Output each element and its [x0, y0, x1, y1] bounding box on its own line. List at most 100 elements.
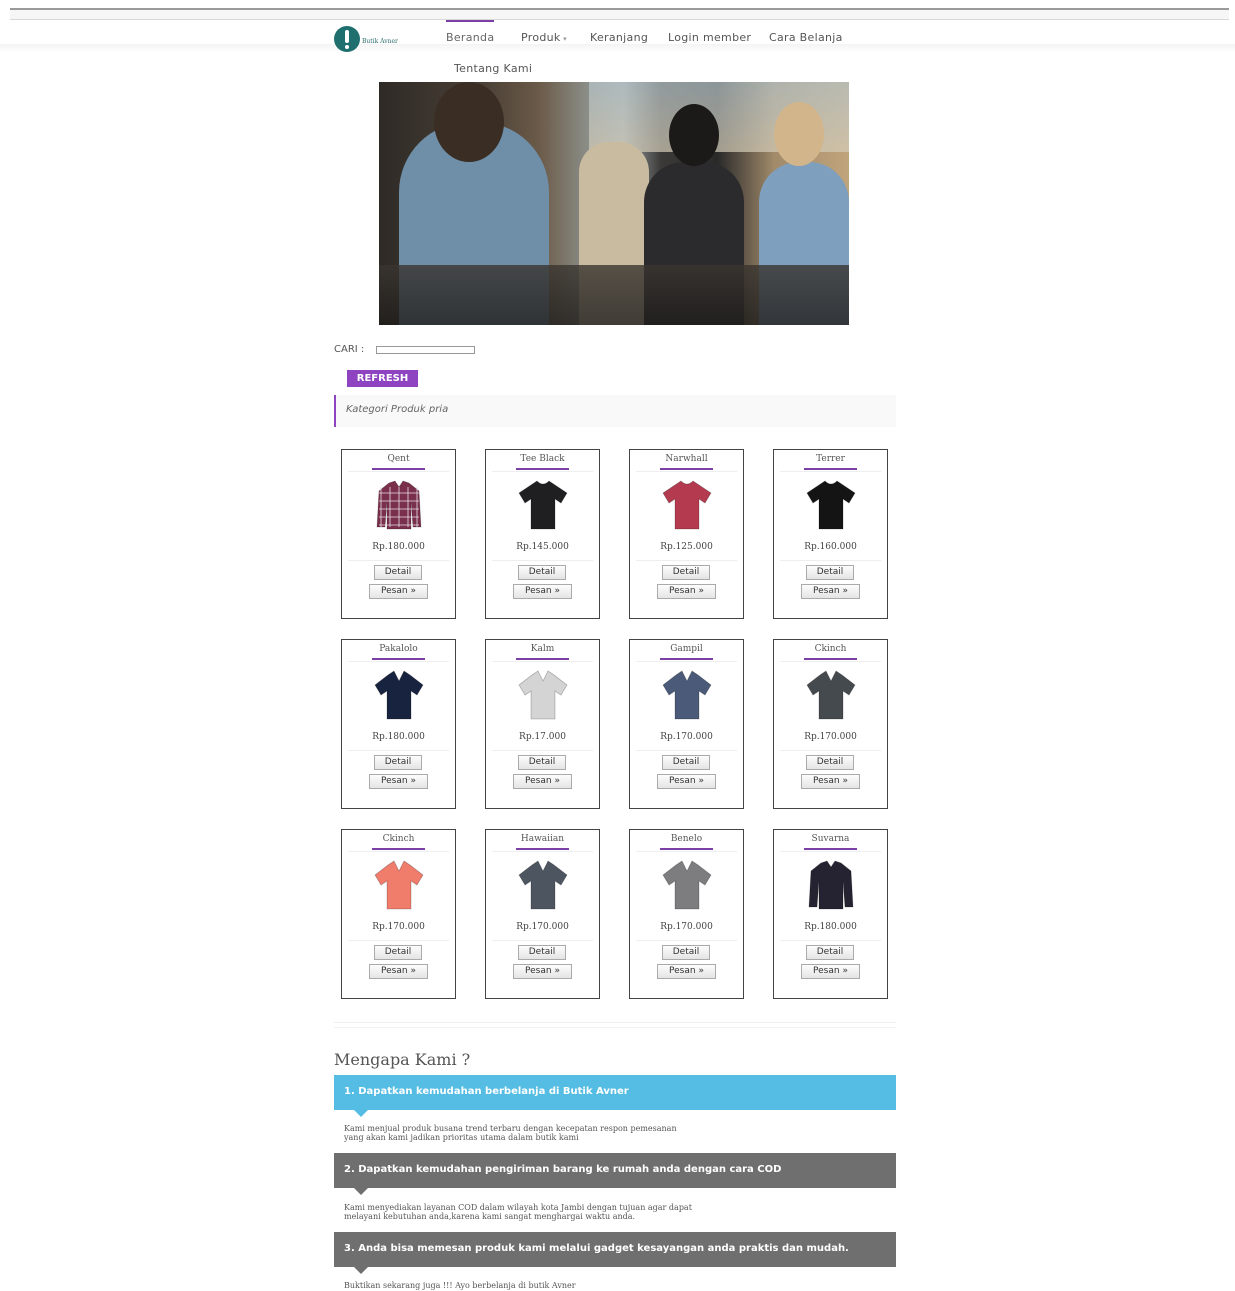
detail-button[interactable]: Detail: [518, 945, 566, 960]
pesan-button[interactable]: Pesan »: [369, 964, 428, 979]
product-card: Tee Black Rp.145.000 Detail Pesan »: [485, 449, 600, 619]
card-divider: [348, 940, 449, 941]
product-name[interactable]: Benelo: [630, 834, 743, 844]
product-name-underline: [372, 658, 425, 660]
polo-shirt-icon[interactable]: [517, 859, 569, 911]
detail-button[interactable]: Detail: [374, 755, 422, 770]
product-name[interactable]: Terrer: [774, 454, 887, 464]
polo-shirt-icon[interactable]: [805, 669, 857, 721]
refresh-button[interactable]: REFRESH: [347, 370, 418, 387]
why-heading-3: 3. Anda bisa memesan produk kami melalui…: [334, 1232, 896, 1274]
card-divider: [348, 560, 449, 561]
flannel-shirt-icon[interactable]: [373, 479, 425, 531]
card-divider: [348, 471, 449, 472]
detail-button[interactable]: Detail: [806, 945, 854, 960]
card-divider: [492, 560, 593, 561]
pesan-button[interactable]: Pesan »: [513, 774, 572, 789]
detail-button[interactable]: Detail: [518, 565, 566, 580]
product-name[interactable]: Hawaiian: [486, 834, 599, 844]
category-header: Kategori Produk pria: [334, 395, 896, 427]
product-card: Terrer Rp.160.000 Detail Pesan »: [773, 449, 888, 619]
card-divider: [348, 750, 449, 751]
search-input[interactable]: [376, 346, 475, 354]
card-divider: [492, 471, 593, 472]
product-name[interactable]: Gampil: [630, 644, 743, 654]
nav-cara-belanja[interactable]: Cara Belanja: [769, 31, 843, 44]
product-name[interactable]: Qent: [342, 454, 455, 464]
search-label: CARI :: [334, 344, 365, 355]
product-name[interactable]: Ckinch: [774, 644, 887, 654]
card-divider: [780, 940, 881, 941]
product-price: Rp.125.000: [660, 542, 713, 552]
polo-shirt-icon[interactable]: [661, 669, 713, 721]
polo-shirt-icon[interactable]: [373, 669, 425, 721]
pesan-button[interactable]: Pesan »: [801, 964, 860, 979]
pesan-button[interactable]: Pesan »: [657, 964, 716, 979]
nav-produk[interactable]: Produk ▾: [521, 31, 567, 44]
nav-login-member[interactable]: Login member: [668, 31, 751, 44]
product-name-underline: [372, 848, 425, 850]
why-text-1: Kami menjual produk busana trend terbaru…: [344, 1124, 794, 1142]
why-text-3-line-1: Buktikan sekarang juga !!! Ayo berbelanj…: [344, 1281, 576, 1290]
long-sleeve-shirt-icon[interactable]: [805, 859, 857, 911]
product-name-underline: [660, 848, 713, 850]
why-text-2-line-1: Kami menyediakan layanan COD dalam wilay…: [344, 1203, 692, 1212]
pesan-button[interactable]: Pesan »: [513, 964, 572, 979]
nav-keranjang[interactable]: Keranjang: [590, 31, 648, 44]
logo-text: Butik Avner: [362, 38, 398, 45]
tshirt-icon[interactable]: [661, 479, 713, 531]
detail-button[interactable]: Detail: [374, 945, 422, 960]
nav-beranda[interactable]: Beranda: [446, 20, 495, 44]
card-divider: [780, 471, 881, 472]
card-divider: [780, 661, 881, 662]
product-card: Benelo Rp.170.000 Detail Pesan »: [629, 829, 744, 999]
product-price: Rp.170.000: [804, 732, 857, 742]
detail-button[interactable]: Detail: [806, 755, 854, 770]
hero-person-4-head: [774, 102, 824, 166]
product-name[interactable]: Pakalolo: [342, 644, 455, 654]
detail-button[interactable]: Detail: [662, 755, 710, 770]
nav-produk-label: Produk: [521, 31, 561, 44]
card-divider: [636, 940, 737, 941]
logo-exclamation-dot: [345, 45, 349, 49]
hero-person-3-head: [669, 104, 719, 166]
detail-button[interactable]: Detail: [806, 565, 854, 580]
product-card: Pakalolo Rp.180.000 Detail Pesan »: [341, 639, 456, 809]
product-price: Rp.170.000: [660, 922, 713, 932]
site-logo[interactable]: Butik Avner: [334, 26, 404, 56]
tshirt-icon[interactable]: [517, 479, 569, 531]
card-divider: [492, 750, 593, 751]
detail-button[interactable]: Detail: [662, 565, 710, 580]
product-name[interactable]: Tee Black: [486, 454, 599, 464]
why-heading-2: 2. Dapatkan kemudahan pengiriman barang …: [334, 1153, 896, 1195]
product-card: Hawaiian Rp.170.000 Detail Pesan »: [485, 829, 600, 999]
pesan-button[interactable]: Pesan »: [513, 584, 572, 599]
category-title: Kategori Produk pria: [346, 404, 449, 415]
product-price: Rp.170.000: [372, 922, 425, 932]
product-price: Rp.145.000: [516, 542, 569, 552]
pesan-button[interactable]: Pesan »: [657, 584, 716, 599]
pesan-button[interactable]: Pesan »: [369, 774, 428, 789]
polo-shirt-icon[interactable]: [517, 669, 569, 721]
detail-button[interactable]: Detail: [662, 945, 710, 960]
product-price: Rp.160.000: [804, 542, 857, 552]
tshirt-icon[interactable]: [805, 479, 857, 531]
product-name[interactable]: Ckinch: [342, 834, 455, 844]
polo-shirt-icon[interactable]: [373, 859, 425, 911]
section-divider: [334, 1022, 896, 1028]
detail-button[interactable]: Detail: [518, 755, 566, 770]
product-name-underline: [372, 468, 425, 470]
pesan-button[interactable]: Pesan »: [657, 774, 716, 789]
card-divider: [636, 750, 737, 751]
nav-tentang-kami[interactable]: Tentang Kami: [454, 62, 532, 75]
why-us-title: Mengapa Kami ?: [334, 1050, 471, 1069]
logo-exclamation-stroke: [345, 30, 349, 43]
detail-button[interactable]: Detail: [374, 565, 422, 580]
polo-shirt-icon[interactable]: [661, 859, 713, 911]
pesan-button[interactable]: Pesan »: [801, 774, 860, 789]
product-name[interactable]: Suvarna: [774, 834, 887, 844]
pesan-button[interactable]: Pesan »: [369, 584, 428, 599]
pesan-button[interactable]: Pesan »: [801, 584, 860, 599]
product-name[interactable]: Kalm: [486, 644, 599, 654]
product-name[interactable]: Narwhall: [630, 454, 743, 464]
